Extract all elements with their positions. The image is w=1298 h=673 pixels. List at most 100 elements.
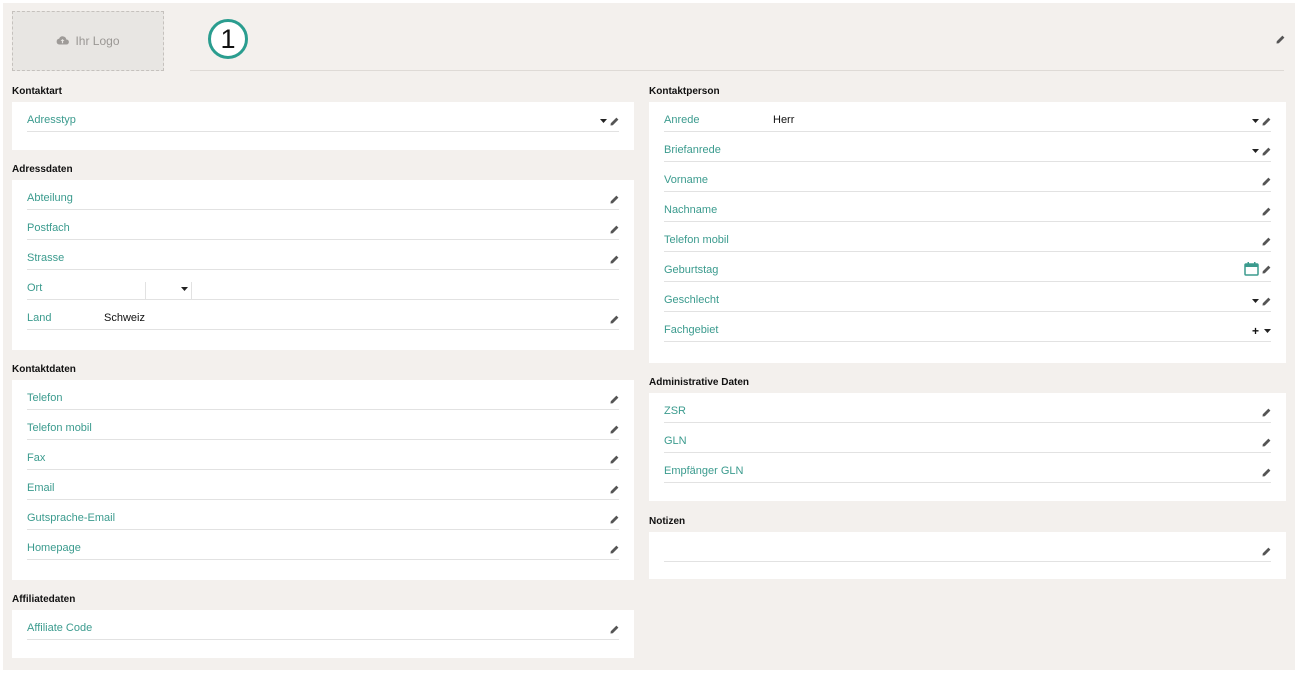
caret-down-icon[interactable] <box>1252 149 1259 153</box>
panel-kontaktart: Adresstyp <box>12 102 634 150</box>
pencil-icon[interactable] <box>1262 177 1271 186</box>
section-title-kontaktperson: Kontaktperson <box>649 86 720 97</box>
field-email[interactable]: Email <box>27 470 619 500</box>
field-label: Fax <box>27 452 46 464</box>
pencil-icon[interactable] <box>610 455 619 464</box>
panel-affiliatedaten: Affiliate Code <box>12 610 634 658</box>
field-fachgebiet[interactable]: Fachgebiet + <box>664 312 1271 342</box>
pencil-icon[interactable] <box>610 625 619 634</box>
section-title-notizen: Notizen <box>649 516 686 527</box>
field-zsr[interactable]: ZSR <box>664 393 1271 423</box>
field-adresstyp[interactable]: Adresstyp <box>27 102 619 132</box>
pencil-icon[interactable] <box>610 425 619 434</box>
field-label: GLN <box>664 435 687 447</box>
caret-down-icon[interactable] <box>1252 119 1259 123</box>
field-geschlecht[interactable]: Geschlecht <box>664 282 1271 312</box>
pencil-icon[interactable] <box>610 255 619 264</box>
section-title-affiliatedaten: Affiliatedaten <box>12 594 76 605</box>
pencil-icon[interactable] <box>610 485 619 494</box>
field-telefon-mobil[interactable]: Telefon mobil <box>664 222 1271 252</box>
pencil-icon[interactable] <box>1262 547 1271 556</box>
field-label: Ort <box>27 282 43 294</box>
section-title-kontaktdaten: Kontaktdaten <box>12 364 76 375</box>
plz-divider <box>145 282 146 299</box>
pencil-icon[interactable] <box>1262 265 1271 274</box>
field-land[interactable]: Land Schweiz <box>27 300 619 330</box>
field-gln[interactable]: GLN <box>664 423 1271 453</box>
field-label: Vorname <box>664 174 709 186</box>
field-label: Fachgebiet <box>664 324 719 336</box>
field-label: Telefon mobil <box>27 422 92 434</box>
field-postfach[interactable]: Postfach <box>27 210 619 240</box>
header-divider <box>190 70 1284 71</box>
pencil-icon[interactable] <box>1262 408 1271 417</box>
field-label: Homepage <box>27 542 81 554</box>
logo-label: Ihr Logo <box>75 34 120 48</box>
cloud-upload-icon <box>56 34 70 48</box>
logo-upload[interactable]: Ihr Logo <box>12 11 164 71</box>
section-title-administrative: Administrative Daten <box>649 377 750 388</box>
field-label: Briefanrede <box>664 144 721 156</box>
panel-administrative: ZSR GLN Empfänger GLN <box>649 393 1286 501</box>
field-label: Abteilung <box>27 192 73 204</box>
field-value: Schweiz <box>104 312 145 324</box>
field-label: Postfach <box>27 222 70 234</box>
field-briefanrede[interactable]: Briefanrede <box>664 132 1271 162</box>
pencil-icon[interactable] <box>610 395 619 404</box>
panel-notizen <box>649 532 1286 579</box>
pencil-icon[interactable] <box>1262 438 1271 447</box>
pencil-icon[interactable] <box>610 225 619 234</box>
pencil-icon[interactable] <box>610 195 619 204</box>
field-ort[interactable]: Ort <box>27 270 619 300</box>
plus-icon[interactable]: + <box>1252 325 1259 337</box>
field-label: Geschlecht <box>664 294 720 306</box>
field-empfaenger-gln[interactable]: Empfänger GLN <box>664 453 1271 483</box>
field-label: Telefon <box>27 392 63 404</box>
field-telefon[interactable]: Telefon <box>27 380 619 410</box>
pencil-icon[interactable] <box>1262 237 1271 246</box>
field-value: Herr <box>773 114 795 126</box>
field-label: Adresstyp <box>27 114 76 126</box>
pencil-icon[interactable] <box>610 315 619 324</box>
panel-kontaktperson: Anrede Herr Briefanrede Vorname Nachname… <box>649 102 1286 363</box>
pencil-icon[interactable] <box>1262 297 1271 306</box>
field-strasse[interactable]: Strasse <box>27 240 619 270</box>
pencil-icon[interactable] <box>610 515 619 524</box>
pencil-icon[interactable] <box>1262 147 1271 156</box>
field-label: Strasse <box>27 252 65 264</box>
field-notizen[interactable] <box>664 532 1271 562</box>
field-label: Gutsprache-Email <box>27 512 116 524</box>
field-abteilung[interactable]: Abteilung <box>27 180 619 210</box>
field-homepage[interactable]: Homepage <box>27 530 619 560</box>
field-anrede[interactable]: Anrede Herr <box>664 102 1271 132</box>
field-gutsprache-email[interactable]: Gutsprache-Email <box>27 500 619 530</box>
field-telefon-mobil[interactable]: Telefon mobil <box>27 410 619 440</box>
pencil-icon[interactable] <box>1262 117 1271 126</box>
field-nachname[interactable]: Nachname <box>664 192 1271 222</box>
pencil-icon[interactable] <box>1262 207 1271 216</box>
field-geburtstag[interactable]: Geburtstag <box>664 252 1271 282</box>
caret-down-icon[interactable] <box>1264 329 1271 333</box>
pencil-icon[interactable] <box>610 117 619 126</box>
field-label: ZSR <box>664 405 686 417</box>
field-label: Geburtstag <box>664 264 719 276</box>
ort-divider <box>191 282 192 299</box>
field-fax[interactable]: Fax <box>27 440 619 470</box>
pencil-icon[interactable] <box>610 545 619 554</box>
caret-down-icon[interactable] <box>1252 299 1259 303</box>
header-edit-pencil-icon[interactable] <box>1276 35 1285 47</box>
field-label: Nachname <box>664 204 718 216</box>
panel-kontaktdaten: Telefon Telefon mobil Fax Email Gutsprac… <box>12 380 634 580</box>
section-title-kontaktart: Kontaktart <box>12 86 63 97</box>
caret-down-icon[interactable] <box>181 287 188 291</box>
field-label: Telefon mobil <box>664 234 729 246</box>
form-canvas: Ihr Logo 1 2 3 Kontaktart Adresstyp Adre… <box>3 3 1295 670</box>
field-vorname[interactable]: Vorname <box>664 162 1271 192</box>
caret-down-icon[interactable] <box>600 119 607 123</box>
field-label: Empfänger GLN <box>664 465 744 477</box>
field-affiliate-code[interactable]: Affiliate Code <box>27 610 619 640</box>
field-label: Affiliate Code <box>27 622 93 634</box>
calendar-icon[interactable] <box>1244 262 1259 276</box>
field-label: Anrede <box>664 114 700 126</box>
pencil-icon[interactable] <box>1262 468 1271 477</box>
